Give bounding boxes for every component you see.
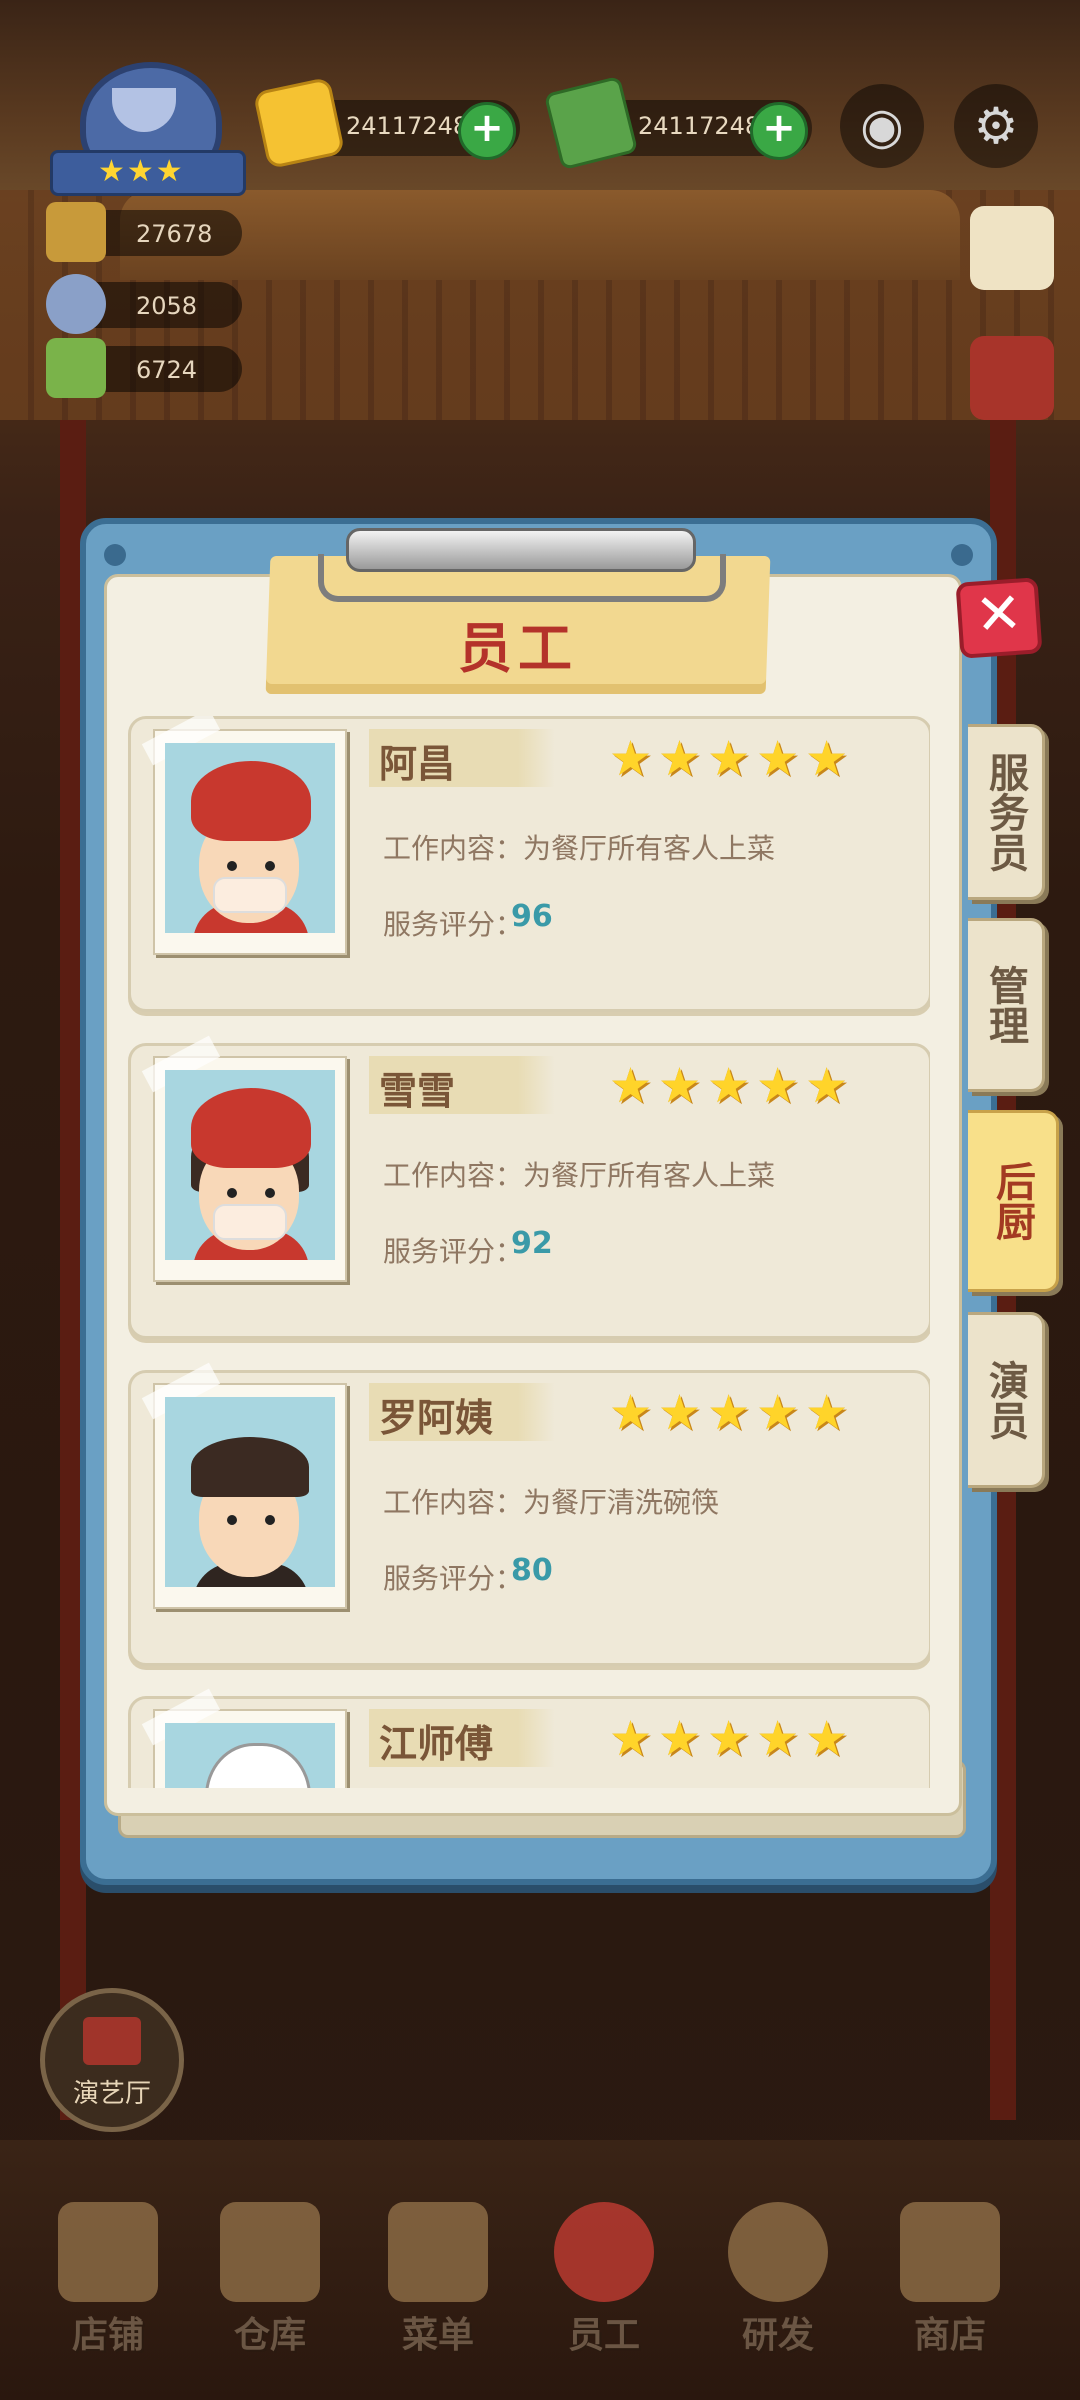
waiter-portrait bbox=[165, 743, 335, 933]
staff-card[interactable]: 雪雪 ★★★★★ 工作内容：为餐厅所有客人上菜 服务评分： 92 bbox=[128, 1035, 930, 1339]
clipboard-icon bbox=[388, 2202, 488, 2302]
staff-photo bbox=[141, 1362, 347, 1609]
score-label: 服务评分： bbox=[383, 1562, 524, 1595]
score-value: 92 bbox=[511, 1226, 553, 1261]
close-button[interactable]: ✕ bbox=[955, 577, 1043, 659]
close-icon: ✕ bbox=[973, 580, 1025, 649]
modal-title: 员工 bbox=[458, 617, 578, 680]
star-rating: ★★★★★ bbox=[609, 1711, 855, 1767]
tab-kitchen[interactable]: 后厨 bbox=[968, 1110, 1059, 1292]
chef-icon bbox=[46, 274, 106, 334]
score-value: 80 bbox=[511, 1553, 553, 1588]
staff-job: 工作内容：为餐厅所有客人上菜 bbox=[383, 832, 776, 865]
chef-portrait bbox=[165, 1723, 335, 1788]
rank-stars: ★★★ bbox=[98, 154, 185, 189]
restaurant-rank-badge[interactable]: ★★★ bbox=[50, 62, 246, 196]
nav-shop[interactable]: 店铺 bbox=[28, 2196, 188, 2386]
nav-staff[interactable]: 员工 bbox=[524, 2196, 684, 2386]
nav-research[interactable]: 研发 bbox=[698, 2196, 858, 2386]
cash-currency: 24117248 + bbox=[543, 75, 812, 171]
staff-job: 工作内容：为餐厅清洗碗筷 bbox=[383, 1486, 720, 1519]
staff-photo bbox=[141, 1035, 347, 1282]
staff-photo bbox=[141, 1688, 347, 1788]
bottom-nav: 店铺 仓库 菜单 员工 研发 商店 bbox=[0, 2180, 1080, 2400]
red-hat-icon bbox=[191, 1088, 311, 1168]
roof-ridge bbox=[120, 190, 960, 280]
add-gold-button[interactable]: + bbox=[458, 102, 516, 160]
chef-hat-icon bbox=[205, 1743, 311, 1788]
staff-name: 雪雪 bbox=[379, 1069, 456, 1113]
stat-reputation: 27678 bbox=[46, 202, 242, 262]
score-value: 96 bbox=[511, 899, 553, 934]
storefront-icon bbox=[58, 2202, 158, 2302]
nav-warehouse[interactable]: 仓库 bbox=[190, 2196, 350, 2386]
red-hat-icon bbox=[191, 761, 311, 841]
task-book-button[interactable] bbox=[970, 336, 1054, 420]
staff-name: 罗阿姨 bbox=[379, 1396, 494, 1440]
store-icon bbox=[900, 2202, 1000, 2302]
staff-name: 江师傅 bbox=[379, 1722, 494, 1766]
staff-photo bbox=[141, 716, 347, 955]
tab-management[interactable]: 管理 bbox=[968, 918, 1045, 1092]
add-cash-button[interactable]: + bbox=[750, 102, 808, 160]
settings-button[interactable]: ⚙ bbox=[954, 84, 1038, 168]
nav-store[interactable]: 商店 bbox=[870, 2196, 1030, 2386]
staff-name: 阿昌 bbox=[379, 742, 456, 786]
auntie-portrait bbox=[165, 1397, 335, 1587]
camera-icon: ◉ bbox=[860, 97, 904, 155]
staff-job: 工作内容：为餐厅所有客人上菜 bbox=[383, 1159, 776, 1192]
waiter-icon bbox=[554, 2202, 654, 2302]
gear-icon: ⚙ bbox=[973, 97, 1019, 155]
cash-value: 24117248 bbox=[638, 112, 761, 140]
staff-card[interactable]: 江师傅 ★★★★★ bbox=[128, 1688, 930, 1788]
clipboard-clip bbox=[318, 528, 726, 602]
stage-icon bbox=[83, 2017, 141, 2065]
crate-icon bbox=[220, 2202, 320, 2302]
stat-recipes: 6724 bbox=[46, 338, 242, 398]
staff-list[interactable]: 阿昌 ★★★★★ 工作内容：为餐厅所有客人上菜 服务评分： 96 雪雪 ★★★★… bbox=[124, 716, 930, 1788]
gold-value: 24117248 bbox=[346, 112, 469, 140]
star-rating: ★★★★★ bbox=[609, 1058, 855, 1114]
score-label: 服务评分： bbox=[383, 908, 524, 941]
star-rating: ★★★★★ bbox=[609, 731, 855, 787]
tab-waiter[interactable]: 服务员 bbox=[968, 724, 1045, 900]
nav-menu[interactable]: 菜单 bbox=[358, 2196, 518, 2386]
theater-button[interactable]: 演艺厅 bbox=[40, 1988, 184, 2132]
waitress-portrait bbox=[165, 1070, 335, 1260]
gold-currency: 24117248 + bbox=[252, 76, 520, 170]
wok-icon bbox=[728, 2202, 828, 2302]
guide-book-button[interactable] bbox=[970, 206, 1054, 290]
stat-dishes: 2058 bbox=[46, 274, 242, 334]
book-icon bbox=[46, 338, 106, 398]
gold-ingot-icon bbox=[252, 76, 346, 170]
score-label: 服务评分： bbox=[383, 1235, 524, 1268]
staff-card[interactable]: 罗阿姨 ★★★★★ 工作内容：为餐厅清洗碗筷 服务评分： 80 bbox=[128, 1362, 930, 1666]
camera-button[interactable]: ◉ bbox=[840, 84, 924, 168]
table-icon bbox=[46, 202, 106, 262]
staff-card[interactable]: 阿昌 ★★★★★ 工作内容：为餐厅所有客人上菜 服务评分： 96 bbox=[128, 716, 930, 1012]
star-rating: ★★★★★ bbox=[609, 1385, 855, 1441]
tab-performer[interactable]: 演员 bbox=[968, 1312, 1045, 1488]
